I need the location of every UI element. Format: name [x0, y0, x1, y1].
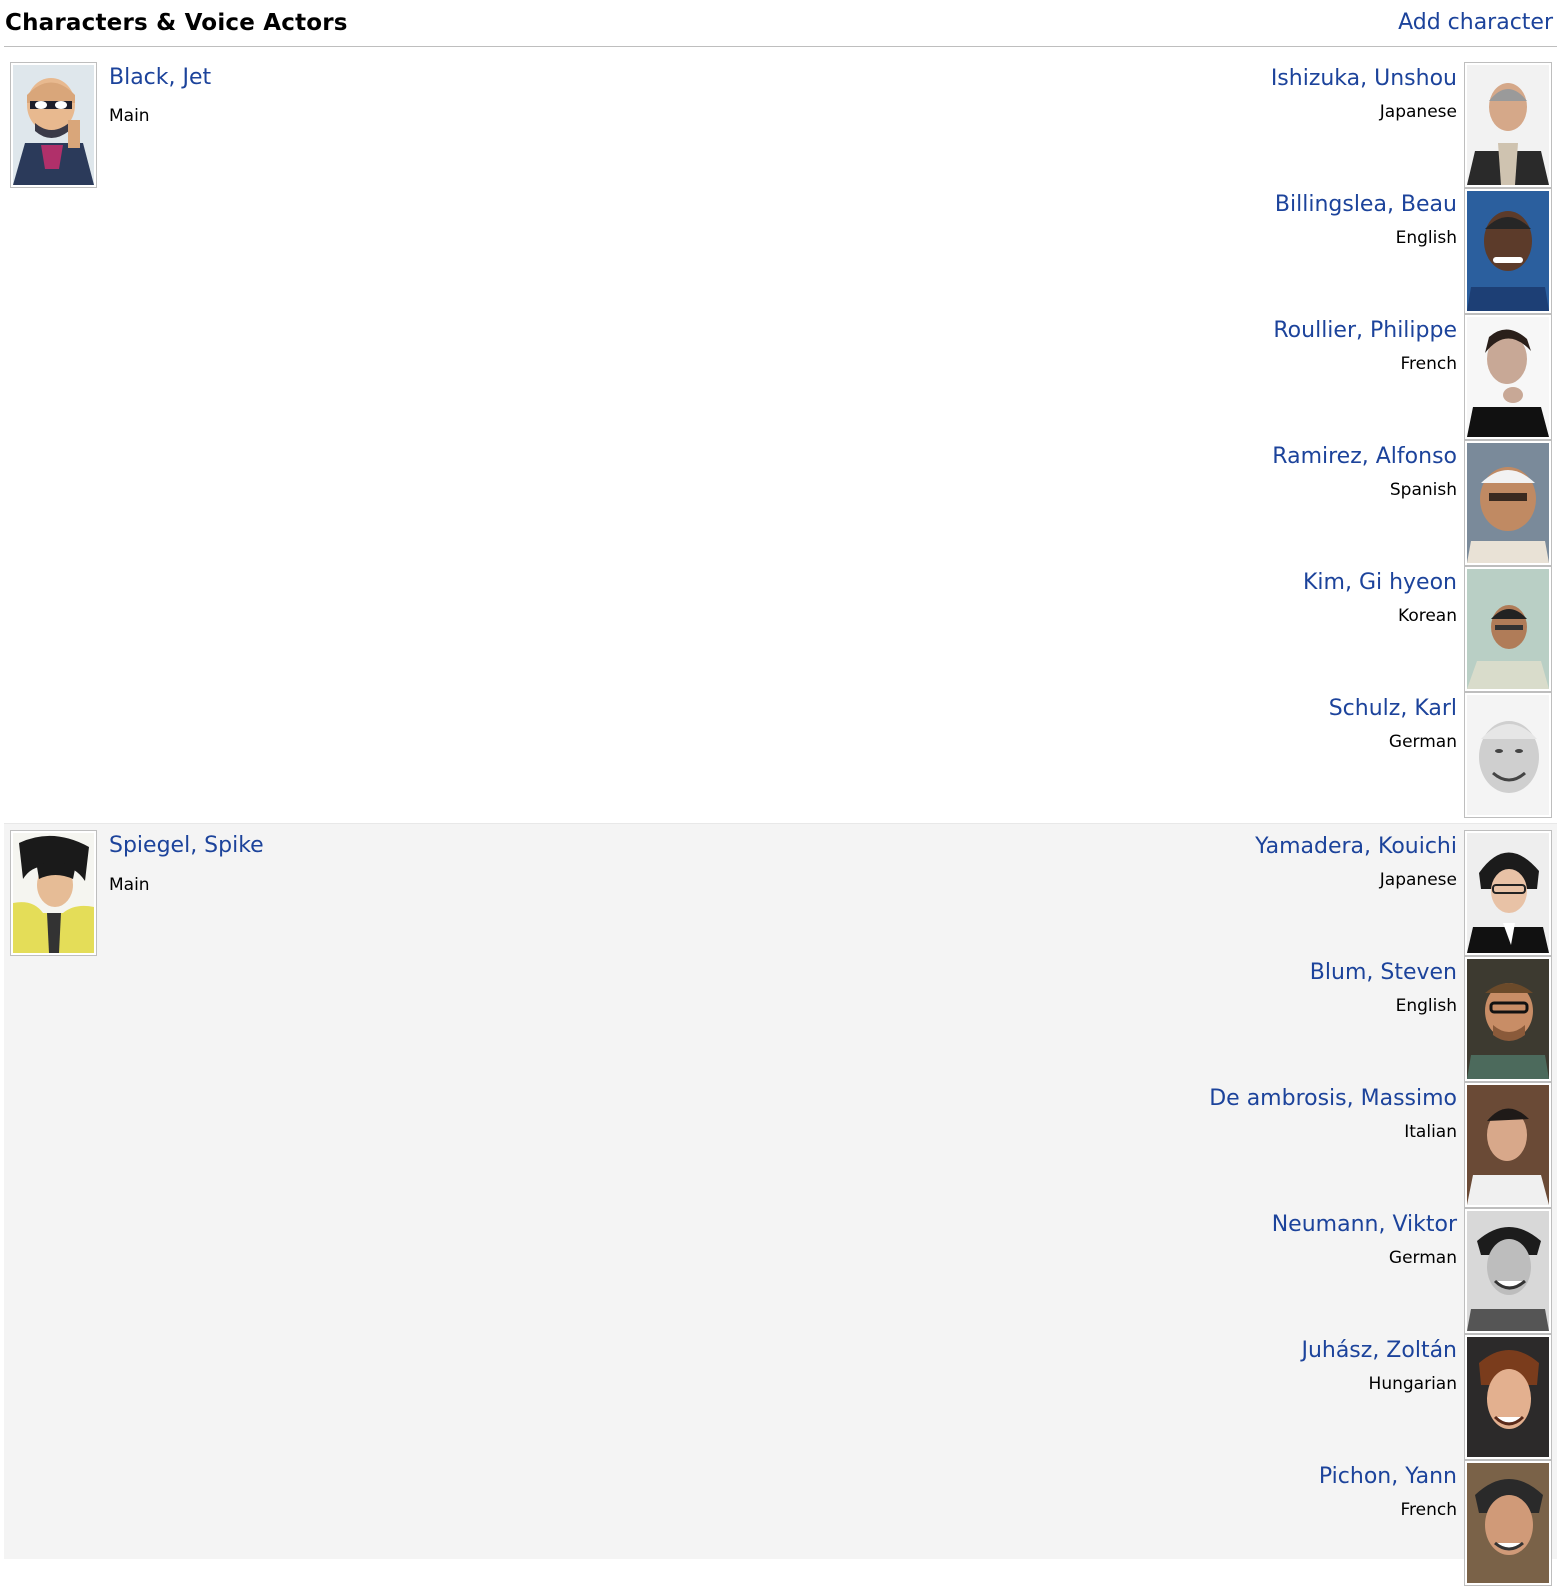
- voice-actor-name[interactable]: Pichon, Yann: [1319, 1464, 1457, 1489]
- section-title: Characters & Voice Actors: [5, 10, 348, 36]
- voice-actor-name[interactable]: Billingslea, Beau: [1275, 192, 1457, 217]
- voice-actor-entry: Pichon, Yann French: [1057, 1460, 1557, 1586]
- voice-actor-language: Spanish: [1389, 480, 1457, 500]
- character-row: Black, Jet Main Ishizuka, Unshou Japanes…: [4, 47, 1557, 823]
- voice-actor-language: Korean: [1398, 606, 1457, 626]
- voice-actor-entry: Yamadera, Kouichi Japanese: [1057, 830, 1557, 956]
- character-name[interactable]: Black, Jet: [109, 65, 211, 90]
- character-role: Main: [109, 875, 150, 895]
- voice-actor-language: French: [1400, 1500, 1457, 1520]
- voice-actor-entry: Ramirez, Alfonso Spanish: [1057, 440, 1557, 566]
- voice-actor-photo[interactable]: [1464, 1208, 1552, 1334]
- voice-actor-language: French: [1400, 354, 1457, 374]
- voice-actor-language: Japanese: [1379, 870, 1457, 890]
- voice-actor-language: German: [1388, 732, 1457, 752]
- voice-actor-name[interactable]: Kim, Gi hyeon: [1303, 570, 1457, 595]
- voice-actor-entry: Blum, Steven English: [1057, 956, 1557, 1082]
- voice-actor-photo[interactable]: [1464, 62, 1552, 188]
- character-role: Main: [109, 106, 150, 126]
- characters-header: Characters & Voice Actors Add character: [4, 0, 1557, 47]
- voice-actor-language: German: [1388, 1248, 1457, 1268]
- voice-actor-name[interactable]: De ambrosis, Massimo: [1209, 1086, 1457, 1111]
- character-thumbnail[interactable]: [10, 62, 97, 188]
- voice-actor-name[interactable]: Blum, Steven: [1310, 960, 1457, 985]
- voice-actor-language: Italian: [1404, 1122, 1457, 1142]
- voice-actor-photo[interactable]: [1464, 188, 1552, 314]
- voice-actor-name[interactable]: Ramirez, Alfonso: [1272, 444, 1457, 469]
- voice-actor-name[interactable]: Juhász, Zoltán: [1301, 1338, 1457, 1363]
- add-character-link[interactable]: Add character: [1398, 10, 1553, 35]
- voice-actor-photo[interactable]: [1464, 1334, 1552, 1460]
- voice-actor-entry: Neumann, Viktor German: [1057, 1208, 1557, 1334]
- voice-actor-entry: Kim, Gi hyeon Korean: [1057, 566, 1557, 692]
- voice-actor-photo[interactable]: [1464, 830, 1552, 956]
- voice-actor-photo[interactable]: [1464, 956, 1552, 1082]
- voice-actor-name[interactable]: Neumann, Viktor: [1272, 1212, 1457, 1237]
- voice-actor-photo[interactable]: [1464, 440, 1552, 566]
- voice-actor-photo[interactable]: [1464, 1082, 1552, 1208]
- voice-actor-photo[interactable]: [1464, 566, 1552, 692]
- voice-actor-language: Hungarian: [1368, 1374, 1457, 1394]
- voice-actor-entry: Juhász, Zoltán Hungarian: [1057, 1334, 1557, 1460]
- voice-actor-photo[interactable]: [1464, 1460, 1552, 1586]
- voice-actor-name[interactable]: Schulz, Karl: [1329, 696, 1457, 721]
- character-thumbnail[interactable]: [10, 830, 97, 956]
- voice-actor-language: English: [1395, 228, 1457, 248]
- voice-actor-name[interactable]: Ishizuka, Unshou: [1271, 66, 1457, 91]
- character-row: Spiegel, Spike Main Yamadera, Kouichi Ja…: [4, 823, 1557, 1586]
- voice-actor-entry: Schulz, Karl German: [1057, 692, 1557, 818]
- voice-actor-entry: Roullier, Philippe French: [1057, 314, 1557, 440]
- voice-actor-language: English: [1395, 996, 1457, 1016]
- voice-actor-language: Japanese: [1379, 102, 1457, 122]
- character-name[interactable]: Spiegel, Spike: [109, 833, 264, 858]
- voice-actor-entry: Ishizuka, Unshou Japanese: [1057, 62, 1557, 188]
- voice-actor-entry: Billingslea, Beau English: [1057, 188, 1557, 314]
- voice-actor-name[interactable]: Roullier, Philippe: [1273, 318, 1457, 343]
- voice-actor-entry: De ambrosis, Massimo Italian: [1057, 1082, 1557, 1208]
- voice-actor-photo[interactable]: [1464, 314, 1552, 440]
- voice-actor-photo[interactable]: [1464, 692, 1552, 818]
- voice-actor-name[interactable]: Yamadera, Kouichi: [1255, 834, 1457, 859]
